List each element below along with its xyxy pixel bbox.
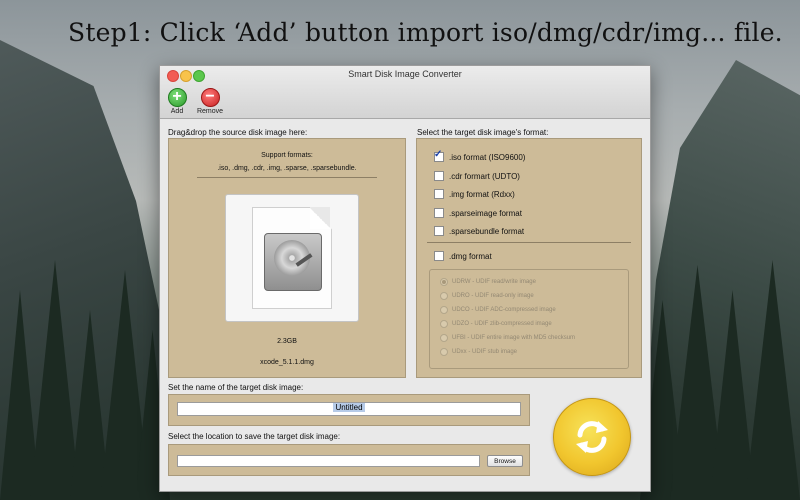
checkbox-checked[interactable] xyxy=(434,149,444,162)
remove-button[interactable]: − Remove xyxy=(193,88,227,115)
browse-button[interactable]: Browse xyxy=(487,455,523,467)
radio[interactable] xyxy=(440,292,448,300)
format-label: .sparseimage format xyxy=(449,208,522,218)
format-option-cdr[interactable]: .cdr formart (UDTO) xyxy=(434,171,520,181)
format-label: .sparsebundle format xyxy=(449,226,525,236)
radio-selected[interactable] xyxy=(440,278,448,286)
location-panel: Browse xyxy=(168,444,530,476)
support-formats-list: .iso, .dmg, .cdr, .img, .sparse, .sparse… xyxy=(217,165,357,172)
dmg-option-udco[interactable]: UDCO - UDIF ADC-compressed image xyxy=(440,306,556,314)
dmg-option-label: UDCO - UDIF ADC-compressed image xyxy=(452,307,556,313)
headline: Step1: Click ‘Add’ button import iso/dmg… xyxy=(68,18,783,47)
format-label: .cdr formart (UDTO) xyxy=(449,171,520,181)
window-title: Smart Disk Image Converter xyxy=(348,69,462,79)
checkbox[interactable] xyxy=(434,226,444,236)
format-label: .dmg format xyxy=(449,251,492,261)
format-option-sparsebundle[interactable]: .sparsebundle format xyxy=(434,226,524,236)
dmg-option-label: UDRO - UDIF read-only image xyxy=(452,293,534,299)
dmg-option-label: UDRW - UDIF read/write image xyxy=(452,279,536,285)
divider xyxy=(427,242,631,243)
checkbox[interactable] xyxy=(434,251,444,261)
source-heading: Drag&drop the source disk image here: xyxy=(168,128,308,137)
dmg-option-label: UDxx - UDIF stub image xyxy=(452,349,518,355)
format-label: .iso format (ISO9600) xyxy=(449,152,526,162)
hard-drive-icon xyxy=(264,233,322,291)
location-field[interactable] xyxy=(177,455,480,467)
add-label: Add xyxy=(170,108,184,115)
background-mountain-right xyxy=(640,60,800,500)
drop-zone[interactable] xyxy=(225,194,359,322)
radio[interactable] xyxy=(440,306,448,314)
sync-icon xyxy=(576,421,608,453)
name-heading: Set the name of the target disk image: xyxy=(168,383,304,392)
radio[interactable] xyxy=(440,320,448,328)
background-mountain-left xyxy=(0,40,170,500)
minus-icon: − xyxy=(200,88,220,107)
radio[interactable] xyxy=(440,334,448,342)
dmg-option-label: UFBI - UDIF entire image with MD5 checks… xyxy=(452,335,576,341)
source-drop-panel[interactable]: Support formats: .iso, .dmg, .cdr, .img,… xyxy=(168,138,406,378)
dmg-option-udro[interactable]: UDRO - UDIF read-only image xyxy=(440,292,534,300)
name-field[interactable]: Untitled xyxy=(177,402,521,416)
format-option-sparseimage[interactable]: .sparseimage format xyxy=(434,208,522,218)
name-panel: Untitled xyxy=(168,394,530,426)
remove-label: Remove xyxy=(196,108,224,115)
radio[interactable] xyxy=(440,348,448,356)
format-label: .img format (Rdxx) xyxy=(449,189,515,199)
checkbox[interactable] xyxy=(434,208,444,218)
dmg-options-group: UDRW - UDIF read/write image UDRO - UDIF… xyxy=(429,269,629,369)
support-formats-title: Support formats: xyxy=(261,152,313,159)
target-heading: Select the target disk image's format: xyxy=(417,128,549,137)
convert-button[interactable] xyxy=(553,398,631,476)
dmg-option-label: UDZO - UDIF zlib-compressed image xyxy=(452,321,552,327)
format-option-dmg[interactable]: .dmg format xyxy=(434,251,492,261)
format-panel: .iso format (ISO9600) .cdr formart (UDTO… xyxy=(416,138,642,378)
titlebar: Smart Disk Image Converter + Add − Remov… xyxy=(160,66,650,119)
plus-icon: + xyxy=(167,88,187,107)
checkbox[interactable] xyxy=(434,171,444,181)
location-heading: Select the location to save the target d… xyxy=(168,432,341,441)
dmg-option-udrw[interactable]: UDRW - UDIF read/write image xyxy=(440,278,536,286)
format-option-iso[interactable]: .iso format (ISO9600) xyxy=(434,149,526,162)
file-size: 2.3GB xyxy=(277,338,297,345)
checkbox[interactable] xyxy=(434,189,444,199)
dmg-option-udxx[interactable]: UDxx - UDIF stub image xyxy=(440,348,517,356)
file-name: xcode_5.1.1.dmg xyxy=(260,359,314,366)
dmg-option-udzo[interactable]: UDZO - UDIF zlib-compressed image xyxy=(440,320,552,328)
app-window: Smart Disk Image Converter + Add − Remov… xyxy=(159,65,651,492)
dmg-option-ufbi[interactable]: UFBI - UDIF entire image with MD5 checks… xyxy=(440,334,575,342)
add-button[interactable]: + Add xyxy=(160,88,194,115)
document-fold xyxy=(310,207,330,229)
divider xyxy=(197,177,377,178)
format-option-img[interactable]: .img format (Rdxx) xyxy=(434,189,515,199)
name-value: Untitled xyxy=(333,403,365,412)
